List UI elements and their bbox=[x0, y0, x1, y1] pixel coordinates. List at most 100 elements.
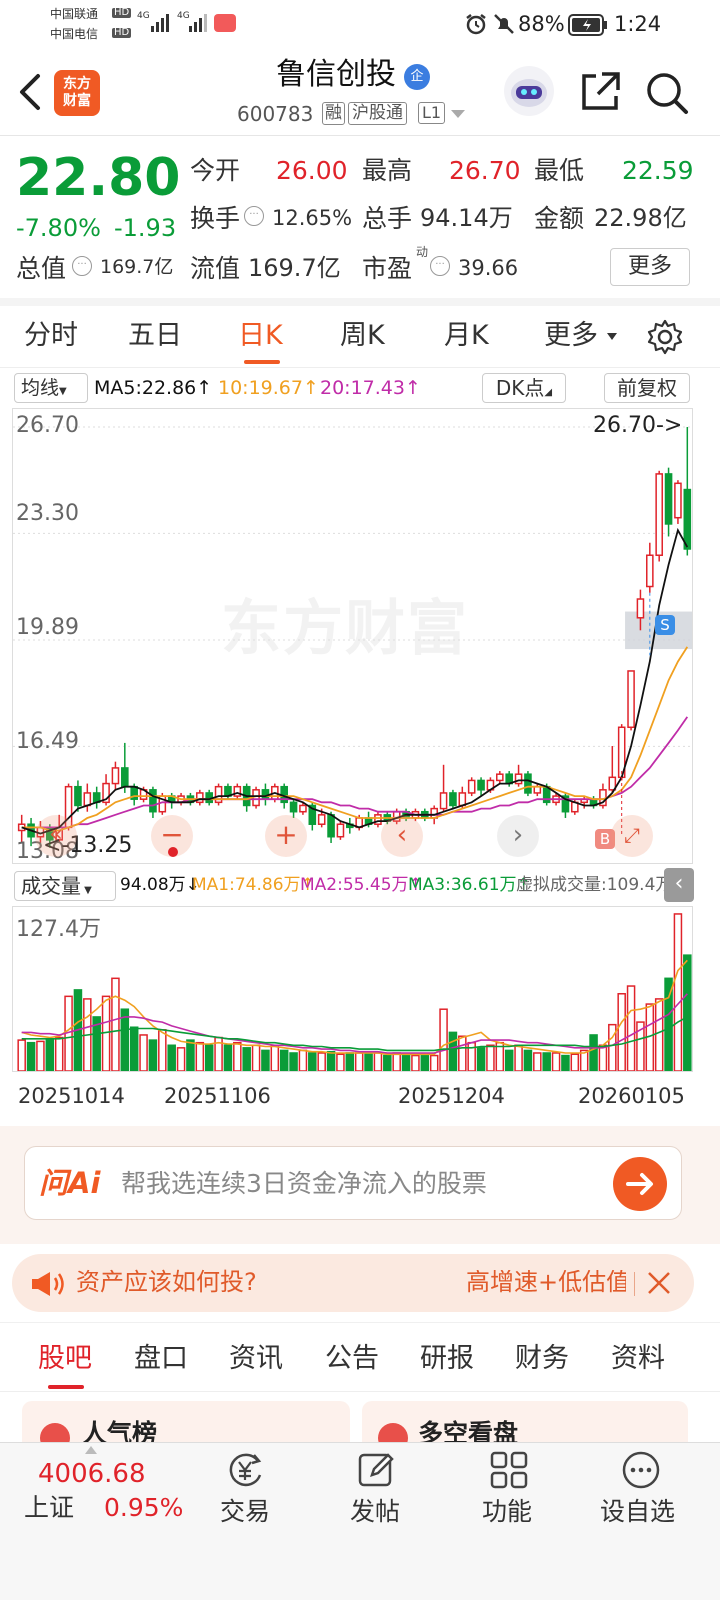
x-label-3: 20251204 bbox=[398, 1084, 505, 1108]
popularity-icon bbox=[40, 1423, 70, 1443]
volume-bar-37 bbox=[364, 1053, 373, 1071]
vol-ma2: MA2:55.45万↑ bbox=[300, 875, 423, 895]
carrier-2: 中国电信 bbox=[50, 27, 99, 41]
candle-body-7 bbox=[83, 792, 92, 807]
info-dots-icon-2[interactable]: ··· bbox=[72, 256, 92, 276]
robot-assistant-icon[interactable] bbox=[504, 66, 554, 116]
mute-icon bbox=[494, 14, 514, 34]
candle-body-45 bbox=[439, 792, 448, 810]
tab-announcements[interactable]: 公告 bbox=[325, 1345, 379, 1372]
nav-functions[interactable]: 功能 bbox=[464, 1443, 554, 1543]
volume-bar-23 bbox=[233, 1041, 242, 1071]
volume-bar-55 bbox=[533, 1052, 542, 1071]
x-label-2: 20251106 bbox=[164, 1084, 271, 1108]
info-dots-icon-3[interactable]: ··· bbox=[430, 256, 450, 276]
volume-value: 94.14万 bbox=[420, 204, 513, 232]
tab-more[interactable]: 更多 bbox=[544, 322, 598, 349]
candle-body-65 bbox=[627, 670, 635, 729]
info-dots-icon[interactable]: ··· bbox=[244, 206, 264, 226]
popularity-card[interactable]: 人气榜 bbox=[22, 1401, 350, 1443]
tab-monthly-k[interactable]: 月K bbox=[444, 322, 489, 349]
dk-point-button[interactable]: DK点◢ bbox=[482, 373, 566, 403]
candle-body-30 bbox=[299, 804, 307, 813]
tab-five-day[interactable]: 五日 bbox=[128, 322, 182, 349]
ai-search-box[interactable]: 问Ai 帮我选连续3日资金净流入的股票 bbox=[24, 1146, 682, 1220]
adjust-button[interactable]: 前复权 bbox=[604, 373, 690, 403]
volume-bar-41 bbox=[401, 1054, 411, 1071]
stock-code: 600783 bbox=[237, 102, 314, 126]
share-icon[interactable] bbox=[578, 70, 622, 114]
nav-functions-label: 功能 bbox=[482, 1497, 533, 1526]
tab-research[interactable]: 研报 bbox=[420, 1345, 474, 1372]
more-button[interactable]: 更多 bbox=[610, 248, 690, 286]
scroll-start-button[interactable]: « bbox=[35, 815, 77, 857]
volume-bar-18 bbox=[186, 1039, 195, 1071]
volume-bar-70 bbox=[673, 913, 683, 1071]
index-ticker[interactable]: 4006.68 上证 0.95% bbox=[0, 1443, 190, 1543]
ai-submit-button[interactable] bbox=[613, 1157, 667, 1211]
volume-bar-25 bbox=[251, 1044, 261, 1071]
scroll-left-button[interactable]: ‹ bbox=[381, 815, 423, 857]
volume-bar-19 bbox=[195, 1041, 205, 1071]
volume-bar-26 bbox=[261, 1049, 270, 1071]
volume-chart[interactable]: 127.4万 bbox=[12, 906, 693, 1072]
volume-selector[interactable]: 成交量 ▼ bbox=[14, 871, 116, 901]
ma-indicator-bar: 均线▼ MA5:22.86↑ 10:19.67↑ 20:17.43↑ DK点◢ … bbox=[0, 370, 720, 406]
collapse-panel-button[interactable]: ‹ bbox=[664, 868, 694, 902]
promo-banner[interactable]: 资产应该如何投? 高增速+低估值 bbox=[12, 1254, 694, 1312]
ma-selector[interactable]: 均线▼ bbox=[14, 373, 88, 403]
volume-bar-12 bbox=[129, 1026, 139, 1071]
candle-body-23 bbox=[233, 785, 242, 797]
volume-bar-62 bbox=[598, 1044, 608, 1071]
volume-bar-15 bbox=[158, 1029, 167, 1071]
fullscreen-button[interactable]: ⤢ bbox=[611, 815, 653, 857]
more-circle-icon bbox=[622, 1451, 660, 1489]
nav-post[interactable]: 发帖 bbox=[332, 1443, 422, 1543]
banner-right-text: 高增速+低估值 bbox=[466, 1270, 626, 1294]
content-tab-underline bbox=[48, 1385, 84, 1389]
low-marker-value: 13.25 bbox=[69, 833, 133, 858]
back-icon[interactable] bbox=[14, 72, 44, 112]
y-tick-1: 26.70 bbox=[16, 413, 79, 438]
kline-chart[interactable]: 东方财富 26.70 23.30 19.89 16.49 13.08 26.70… bbox=[12, 408, 693, 864]
amount-label: 金额 bbox=[534, 204, 585, 233]
candle-body-70 bbox=[674, 482, 682, 519]
volume-bar-3 bbox=[45, 1039, 55, 1071]
tab-weekly-k[interactable]: 周K bbox=[340, 322, 385, 349]
tab-guba[interactable]: 股吧 bbox=[38, 1345, 92, 1372]
bull-bear-card[interactable]: 多空看盘 bbox=[362, 1401, 688, 1443]
close-icon[interactable] bbox=[646, 1270, 672, 1296]
alarm-icon bbox=[466, 14, 486, 35]
status-bar: 中国联通 中国电信 HD HD 4G 4G 88% 1:24 bbox=[0, 0, 720, 50]
tab-news[interactable]: 资讯 bbox=[229, 1345, 283, 1372]
settings-gear-icon[interactable] bbox=[646, 318, 684, 356]
volume-bar-29 bbox=[289, 1052, 298, 1071]
bottom-nav: 4006.68 上证 0.95% 交易 发帖 功能 设自选 bbox=[0, 1442, 720, 1600]
tab-finance[interactable]: 财务 bbox=[515, 1345, 569, 1372]
ai-section: 问Ai 帮我选连续3日资金净流入的股票 bbox=[0, 1126, 720, 1244]
volume-bar-64 bbox=[617, 993, 626, 1071]
scroll-right-button[interactable]: › bbox=[497, 815, 539, 857]
high-label: 最高 bbox=[362, 156, 413, 185]
tab-profile[interactable]: 资料 bbox=[611, 1345, 665, 1372]
zoom-in-button[interactable]: + bbox=[265, 815, 307, 857]
tab-daily-k[interactable]: 日K bbox=[238, 322, 283, 349]
dropdown-triangle-icon[interactable] bbox=[450, 108, 466, 120]
candle-body-48 bbox=[467, 779, 476, 794]
volume-bar-35 bbox=[345, 1052, 355, 1071]
x-label-1: 20251014 bbox=[18, 1084, 125, 1108]
tab-pankou[interactable]: 盘口 bbox=[134, 1345, 188, 1372]
candle-body-54 bbox=[524, 773, 532, 794]
nav-trade[interactable]: 交易 bbox=[200, 1443, 290, 1543]
volume-bar-16 bbox=[167, 1044, 176, 1071]
ma10-value: 10:19.67↑ bbox=[218, 377, 319, 399]
tab-intraday[interactable]: 分时 bbox=[24, 322, 78, 349]
banner-divider bbox=[634, 1272, 635, 1296]
grid-icon bbox=[490, 1451, 528, 1489]
candle-body-33 bbox=[327, 814, 335, 838]
nav-add-watchlist[interactable]: 设自选 bbox=[594, 1443, 694, 1543]
search-icon[interactable] bbox=[644, 70, 690, 116]
pe-label: 市盈 bbox=[362, 254, 413, 283]
volume-bar-30 bbox=[298, 1049, 308, 1071]
candle-body-55 bbox=[533, 785, 542, 794]
